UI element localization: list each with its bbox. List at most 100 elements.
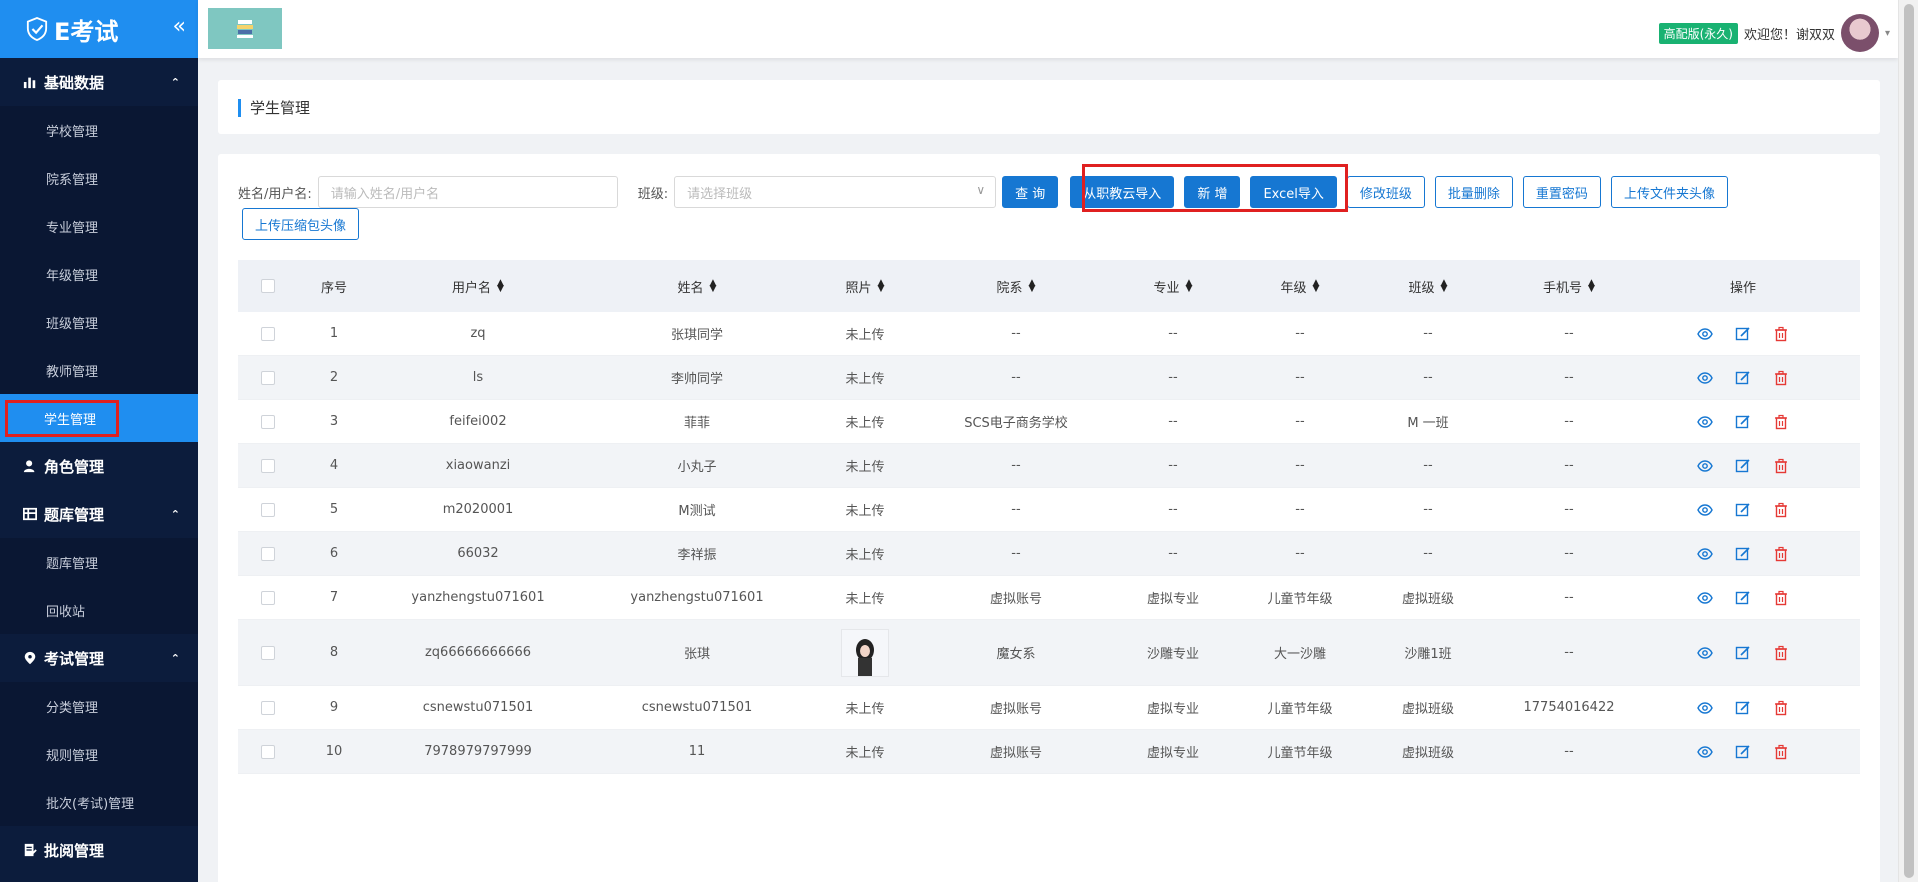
edit-icon[interactable] xyxy=(1735,326,1751,342)
menu-group-label: 角色管理 xyxy=(44,457,105,476)
menu-group-role[interactable]: 角色管理 xyxy=(0,442,198,490)
class-select[interactable]: 请选择班级 ∨ xyxy=(674,176,997,208)
col-header-major[interactable]: 专业 ▲ ▼ xyxy=(1110,260,1236,312)
view-eye-icon[interactable] xyxy=(1697,502,1713,518)
sidebar-item-question-bank[interactable]: 题库管理 xyxy=(0,538,198,586)
row-checkbox[interactable] xyxy=(238,312,298,355)
select-all-checkbox[interactable] xyxy=(238,260,298,312)
view-eye-icon[interactable] xyxy=(1697,546,1713,562)
edition-badge: 高配版(永久) xyxy=(1658,22,1738,44)
sidebar-item-teacher[interactable]: 教师管理 xyxy=(0,346,198,394)
view-eye-icon[interactable] xyxy=(1697,414,1713,430)
view-eye-icon[interactable] xyxy=(1697,370,1713,386)
upload-folder-avatar-button[interactable]: 上传文件夹头像 xyxy=(1610,176,1728,208)
delete-trash-icon[interactable] xyxy=(1773,590,1789,606)
sidebar-item-major[interactable]: 专业管理 xyxy=(0,202,198,250)
view-eye-icon[interactable] xyxy=(1697,744,1713,760)
view-eye-icon[interactable] xyxy=(1697,458,1713,474)
title-accent-bar xyxy=(238,99,241,117)
top-header: 高配版(永久) 欢迎您！谢双双 ▾ xyxy=(198,0,1898,58)
sidebar-item-class[interactable]: 班级管理 xyxy=(0,298,198,346)
sidebar-item-recycle-bin[interactable]: 回收站 xyxy=(0,586,198,634)
row-checkbox[interactable] xyxy=(238,488,298,531)
query-button[interactable]: 查 询 xyxy=(1002,176,1059,208)
sort-icon: ▲ ▼ xyxy=(1028,278,1036,294)
edit-icon[interactable] xyxy=(1735,414,1751,430)
edit-icon[interactable] xyxy=(1735,502,1751,518)
cell-grade: 儿童节年级 xyxy=(1267,592,1333,607)
cell-actions xyxy=(1646,400,1840,443)
chevron-down-icon[interactable]: ▾ xyxy=(1885,28,1890,39)
scrollbar-thumb[interactable] xyxy=(1904,4,1914,878)
delete-trash-icon[interactable] xyxy=(1773,414,1789,430)
page-scrollbar[interactable] xyxy=(1898,0,1918,882)
delete-trash-icon[interactable] xyxy=(1773,645,1789,661)
view-eye-icon[interactable] xyxy=(1697,700,1713,716)
menu-group-question-bank[interactable]: 题库管理 ⌃ xyxy=(0,490,198,538)
row-checkbox[interactable] xyxy=(238,576,298,619)
col-header-grade[interactable]: 年级 ▲ ▼ xyxy=(1236,260,1364,312)
sort-icon: ▲ ▼ xyxy=(709,278,717,294)
row-checkbox[interactable] xyxy=(238,444,298,487)
delete-trash-icon[interactable] xyxy=(1773,458,1789,474)
delete-trash-icon[interactable] xyxy=(1773,546,1789,562)
edit-icon[interactable] xyxy=(1735,546,1751,562)
delete-trash-icon[interactable] xyxy=(1773,326,1789,342)
avatar[interactable] xyxy=(1840,14,1879,52)
menu-group-exam[interactable]: 考试管理 ⌃ xyxy=(0,634,198,682)
cell-phone: 17754016422 xyxy=(1523,700,1615,715)
col-header-dept[interactable]: 院系 ▲ ▼ xyxy=(922,260,1110,312)
sidebar-item-department[interactable]: 院系管理 xyxy=(0,154,198,202)
batch-delete-button[interactable]: 批量删除 xyxy=(1434,176,1513,208)
row-checkbox[interactable] xyxy=(238,620,298,685)
delete-trash-icon[interactable] xyxy=(1773,370,1789,386)
view-eye-icon[interactable] xyxy=(1697,645,1713,661)
cell-photo: 未上传 xyxy=(845,702,885,717)
cell-grade: -- xyxy=(1295,546,1305,561)
cell-grade: 儿童节年级 xyxy=(1267,702,1333,717)
cell-phone: -- xyxy=(1564,546,1574,561)
cell-class: M 一班 xyxy=(1407,416,1449,431)
col-header-username[interactable]: 用户名 ▲ ▼ xyxy=(370,260,586,312)
row-checkbox[interactable] xyxy=(238,730,298,773)
sidebar-item-grade[interactable]: 年级管理 xyxy=(0,250,198,298)
sidebar-item-category[interactable]: 分类管理 xyxy=(0,682,198,730)
row-checkbox[interactable] xyxy=(238,400,298,443)
col-header-class[interactable]: 班级 ▲ ▼ xyxy=(1364,260,1492,312)
row-checkbox[interactable] xyxy=(238,686,298,729)
sidebar-item-batch[interactable]: 批次(考试)管理 xyxy=(0,778,198,826)
sidebar-item-student[interactable]: 学生管理 xyxy=(0,394,198,442)
modify-class-button[interactable]: 修改班级 xyxy=(1346,176,1425,208)
col-header-photo[interactable]: 照片 ▲ ▼ xyxy=(808,260,922,312)
row-checkbox[interactable] xyxy=(238,356,298,399)
row-checkbox[interactable] xyxy=(238,532,298,575)
delete-trash-icon[interactable] xyxy=(1773,700,1789,716)
col-header-name[interactable]: 姓名 ▲ ▼ xyxy=(586,260,808,312)
edit-icon[interactable] xyxy=(1735,744,1751,760)
sidebar-item-rules[interactable]: 规则管理 xyxy=(0,730,198,778)
brand-banner[interactable] xyxy=(208,8,282,49)
view-eye-icon[interactable] xyxy=(1697,326,1713,342)
edit-icon[interactable] xyxy=(1735,458,1751,474)
edit-icon[interactable] xyxy=(1735,590,1751,606)
reset-password-button[interactable]: 重置密码 xyxy=(1522,176,1601,208)
col-header-phone[interactable]: 手机号 ▲ ▼ xyxy=(1492,260,1646,312)
edit-icon[interactable] xyxy=(1735,370,1751,386)
upload-zip-avatar-button[interactable]: 上传压缩包头像 xyxy=(242,208,360,240)
collapse-sidebar-button[interactable]: « xyxy=(173,14,186,39)
delete-trash-icon[interactable] xyxy=(1773,502,1789,518)
edit-icon[interactable] xyxy=(1735,700,1751,716)
table-row: 4 xiaowanzi 小丸子 未上传 -- -- -- -- -- xyxy=(238,444,1860,488)
menu-group-basic-data[interactable]: 基础数据 ⌃ xyxy=(0,58,198,106)
app-logo[interactable]: E考试 « xyxy=(0,0,198,58)
menu-group-review[interactable]: 批阅管理 xyxy=(0,826,198,874)
edit-icon[interactable] xyxy=(1735,645,1751,661)
name-search-input[interactable]: 请输入姓名/用户名 xyxy=(317,176,618,208)
student-photo[interactable] xyxy=(841,628,889,677)
table-row: 9 csnewstu071501 csnewstu071501 未上传 虚拟账号 虚拟专业… xyxy=(238,686,1860,730)
chevron-up-icon: ⌃ xyxy=(170,651,180,665)
view-eye-icon[interactable] xyxy=(1697,590,1713,606)
bar-chart-icon xyxy=(22,74,38,90)
delete-trash-icon[interactable] xyxy=(1773,744,1789,760)
sidebar-item-school[interactable]: 学校管理 xyxy=(0,106,198,154)
